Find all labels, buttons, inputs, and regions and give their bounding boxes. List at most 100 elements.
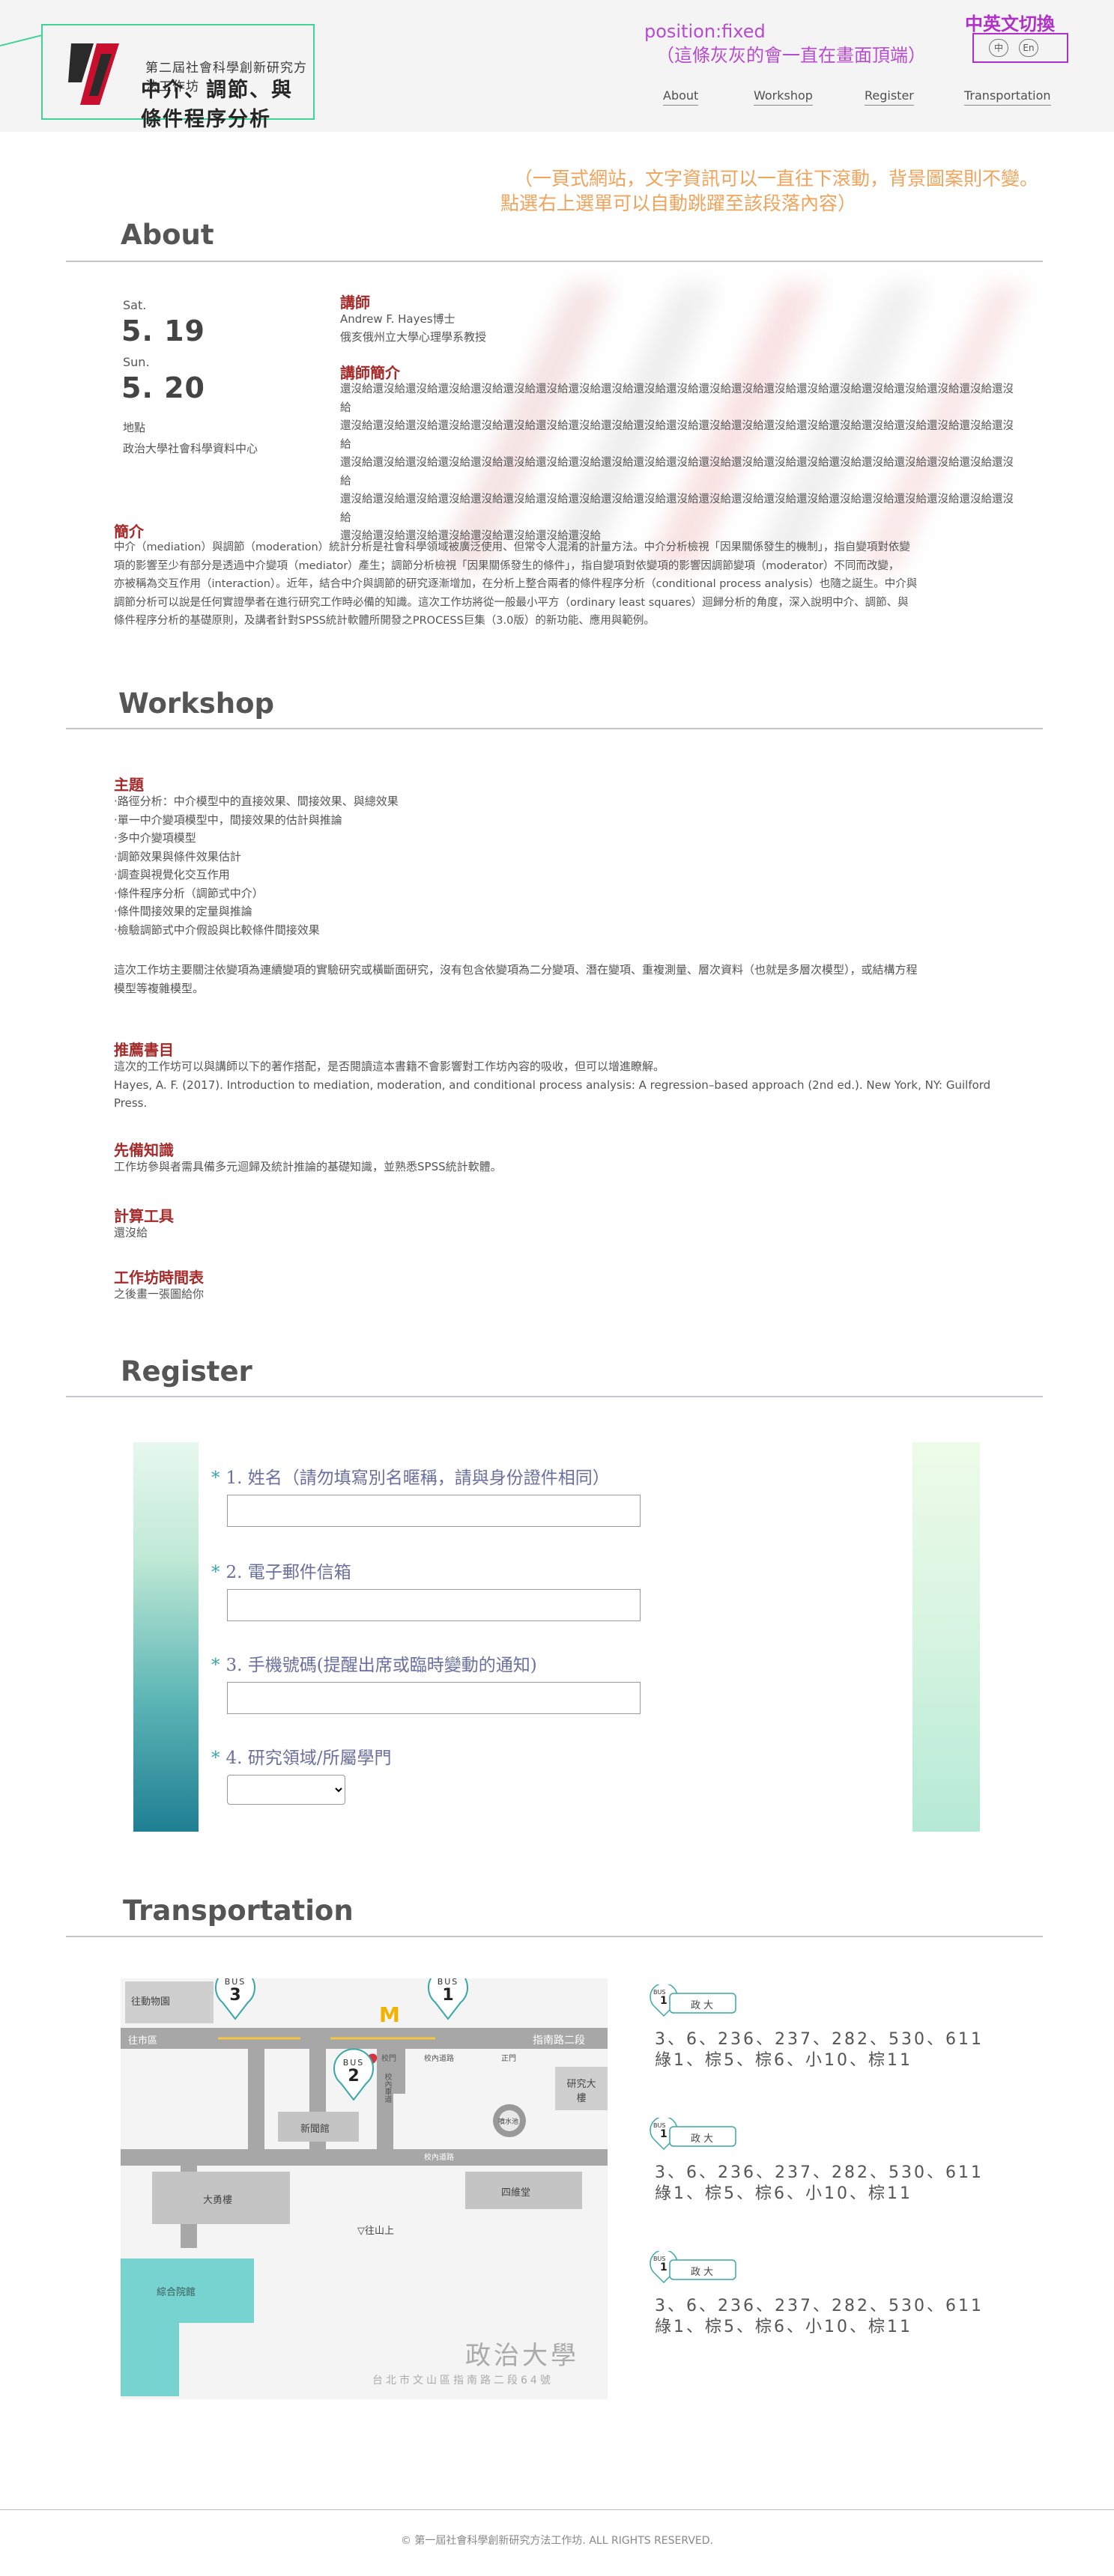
language-switch: 中 En: [972, 33, 1068, 63]
topic-item: ‧調節效果與條件效果估計: [114, 849, 241, 863]
topic-item: ‧檢驗調節式中介假設與比較條件間接效果: [114, 923, 320, 937]
route-stop-name: 政大: [691, 2000, 717, 2011]
footer-copyright: © 第一屆社會科學創新研究方法工作坊. ALL RIGHTS RESERVED.: [400, 2535, 714, 2547]
route-bus-number: 1: [660, 1995, 668, 2007]
workshop-note-line: 這次工作坊主要關注依變項為連續變項的實驗研究或橫斷面研究，沒有包含依變項為二分變…: [114, 963, 918, 976]
day1-date: 5. 19: [121, 315, 205, 347]
route-line: 3、6、236、237、282、530、611: [655, 2030, 984, 2049]
q1-label: * 1. 姓名（請勿填寫別名暱稱，請與身份證件相同）: [211, 1463, 610, 1489]
logo-area[interactable]: 第二屆社會科學創新研究方法工作坊 中介、調節、與條件程序分析: [41, 24, 315, 131]
workshop-section-title: Workshop: [118, 687, 275, 720]
about-section-title: About: [121, 219, 214, 251]
q2-text: 2. 電子郵件信箱: [225, 1563, 351, 1582]
svg-text:M: M: [379, 2002, 400, 2027]
bio-text: 還沒給還沒給還沒給還沒給還沒給還沒給還沒給還沒給還沒給還沒給還沒給還沒給還沒給還…: [340, 380, 1014, 546]
map-school-name: 政治大學: [465, 2341, 579, 2371]
topic-heading: 主題: [114, 776, 144, 794]
venue-label: 地點: [123, 421, 146, 434]
intro-line: 項的影響至少有部分是透過中介變項（mediator）產生；調節分析檢視「因果關係…: [114, 559, 900, 572]
map-label-fountain: 噴水池: [498, 2118, 519, 2126]
q4-text: 4. 研究領域/所屬學門: [225, 1749, 392, 1768]
topic-item: ‧條件程序分析（調節式中介）: [114, 886, 264, 900]
route-line: 綠1、棕5、棕6、小10、棕11: [655, 2051, 912, 2070]
intro-text: 中介（mediation）與調節（moderation）統計分析是社會科學領域被…: [114, 538, 1013, 631]
research-field-select[interactable]: [227, 1775, 345, 1805]
lecturer-heading: 講師: [340, 294, 370, 312]
intro-line: 條件程序分析的基礎原則，及講者針對SPSS統計軟體所開發之PROCESS巨集（3…: [114, 615, 655, 627]
workshop-logo-icon: [68, 43, 119, 105]
lang-en-button[interactable]: En: [1019, 39, 1038, 57]
campus-map: M 往動物園 往市區 指南路二段 校門 正門 校內道路 校內道路 校內車道 研究…: [121, 1978, 608, 2399]
route-lines: 3、6、236、237、282、530、611 綠1、棕5、棕6、小10、棕11: [655, 2296, 984, 2338]
annotation-fixed-line2: （這條灰灰的會一直在畫面頂端）: [656, 45, 926, 66]
bus-pin-number: 1: [442, 1986, 454, 2005]
route-line: 3、6、236、237、282、530、611: [655, 2163, 984, 2182]
map-label-gate: 校門: [381, 2055, 396, 2063]
bus-pin-number: 3: [229, 1986, 241, 2005]
bio-line: 還沒給還沒給還沒給還沒給還沒給還沒給還沒給還沒給還沒給還沒給還沒給還沒給還沒給還…: [340, 420, 1014, 451]
map-label-zhinan-road: 指南路二段: [533, 2035, 585, 2047]
register-left-gradient: [133, 1442, 199, 1832]
header-accent-line: [0, 34, 43, 46]
header-title: 中介、調節、與條件程序分析: [141, 79, 293, 131]
lang-zh-button[interactable]: 中: [989, 39, 1008, 57]
workshop-note-line: 模型等複雜模型。: [114, 981, 205, 995]
language-switch-label: 中英文切換: [965, 13, 1055, 34]
prereq-heading: 先備知識: [114, 1141, 174, 1159]
bus-pin-number: 2: [348, 2067, 360, 2086]
bus-stop-3-pin[interactable]: BUS 3: [214, 1978, 257, 2020]
route-bus-number: 1: [660, 2261, 668, 2273]
map-label-inner-road2: 校內道路: [424, 2154, 454, 2162]
required-mark: *: [211, 1468, 220, 1488]
register-right-gradient: [912, 1442, 980, 1832]
phone-input[interactable]: [227, 1682, 641, 1714]
topic-item: ‧單一中介變項模型中，間接效果的估計與推論: [114, 812, 342, 827]
annotation-scroll-line2: 點選右上選單可以自動跳躍至該段落內容）: [500, 192, 857, 214]
bus-stop-1-pin[interactable]: BUS 1: [426, 1978, 470, 2020]
map-label-xinwen: 新聞館: [300, 2124, 330, 2135]
register-divider: [66, 1396, 1043, 1397]
lecturer-name: Andrew F. Hayes博士: [340, 312, 455, 326]
topic-item: ‧條件間接效果的定量與推論: [114, 905, 252, 918]
lecturer-affiliation: 俄亥俄州立大學心理學系教授: [340, 330, 487, 344]
map-label-inner-road: 校內道路: [424, 2055, 454, 2063]
map-address: 台北市文山區指南路二段64號: [372, 2375, 554, 2387]
email-input[interactable]: [227, 1589, 641, 1621]
intro-line: 調節分析可以說是任何實證學者在進行研究工作時必備的知識。這次工作坊將從一般最小平…: [114, 596, 909, 609]
map-label-city: 往市區: [128, 2035, 158, 2047]
q4-label: * 4. 研究領域/所屬學門: [211, 1743, 392, 1769]
about-divider: [66, 261, 1043, 262]
route-line: 綠1、棕5、棕6、小10、棕11: [655, 2184, 912, 2203]
day2-label: Sun.: [123, 355, 150, 369]
footer-divider: [0, 2509, 1114, 2510]
topic-list: ‧路徑分析：中介模型中的直接效果、間接效果、與總效果 ‧單一中介變項模型中，間接…: [114, 792, 399, 939]
workshop-note: 這次工作坊主要關注依變項為連續變項的實驗研究或橫斷面研究，沒有包含依變項為二分變…: [114, 961, 1013, 997]
tools-heading: 計算工具: [114, 1207, 174, 1225]
bus-route-item: BUS 1 政大 3、6、236、237、282、530、611 綠1、棕5、棕…: [649, 1984, 1068, 2089]
map-label-zonghe: 綜合院館: [157, 2287, 196, 2298]
nav-workshop[interactable]: Workshop: [754, 88, 813, 106]
nav-register[interactable]: Register: [865, 88, 914, 106]
tools-text: 還沒給: [114, 1226, 148, 1239]
route-line: 綠1、棕5、棕6、小10、棕11: [655, 2318, 912, 2336]
map-label-research: 研究大樓: [566, 2079, 596, 2104]
bus-route-item: BUS 1 政大 3、6、236、237、282、530、611 綠1、棕5、棕…: [649, 2251, 1068, 2356]
required-mark: *: [211, 1749, 220, 1768]
annotation-scroll-line1: （一頁式網站，文字資訊可以一直往下滾動，背景圖案則不變。: [514, 168, 1039, 189]
map-label-lane: 校內車道: [383, 2073, 391, 2103]
map-label-zoo: 往動物園: [131, 1996, 171, 2008]
books-heading: 推薦書目: [114, 1041, 174, 1059]
nav-about[interactable]: About: [663, 88, 699, 106]
day2-date: 5. 20: [121, 371, 205, 404]
q3-label: * 3. 手機號碼(提醒出席或臨時變動的通知): [211, 1650, 537, 1676]
route-line: 3、6、236、237、282、530、611: [655, 2297, 984, 2315]
books-line: 這次的工作坊可以與講師以下的著作搭配，是否閱讀這本書籍不會影響對工作坊內容的吸收…: [114, 1060, 665, 1073]
map-label-dayong: 大勇樓: [203, 2195, 233, 2206]
books-line: Press.: [114, 1096, 148, 1110]
route-bus-number: 1: [660, 2128, 668, 2140]
fixed-header: 第二屆社會科學創新研究方法工作坊 中介、調節、與條件程序分析 position:…: [0, 0, 1114, 132]
bus-stop-2-pin[interactable]: BUS 2: [332, 2047, 375, 2101]
schedule-heading: 工作坊時間表: [114, 1269, 204, 1287]
nav-transportation[interactable]: Transportation: [964, 88, 1051, 106]
name-input[interactable]: [227, 1495, 641, 1527]
